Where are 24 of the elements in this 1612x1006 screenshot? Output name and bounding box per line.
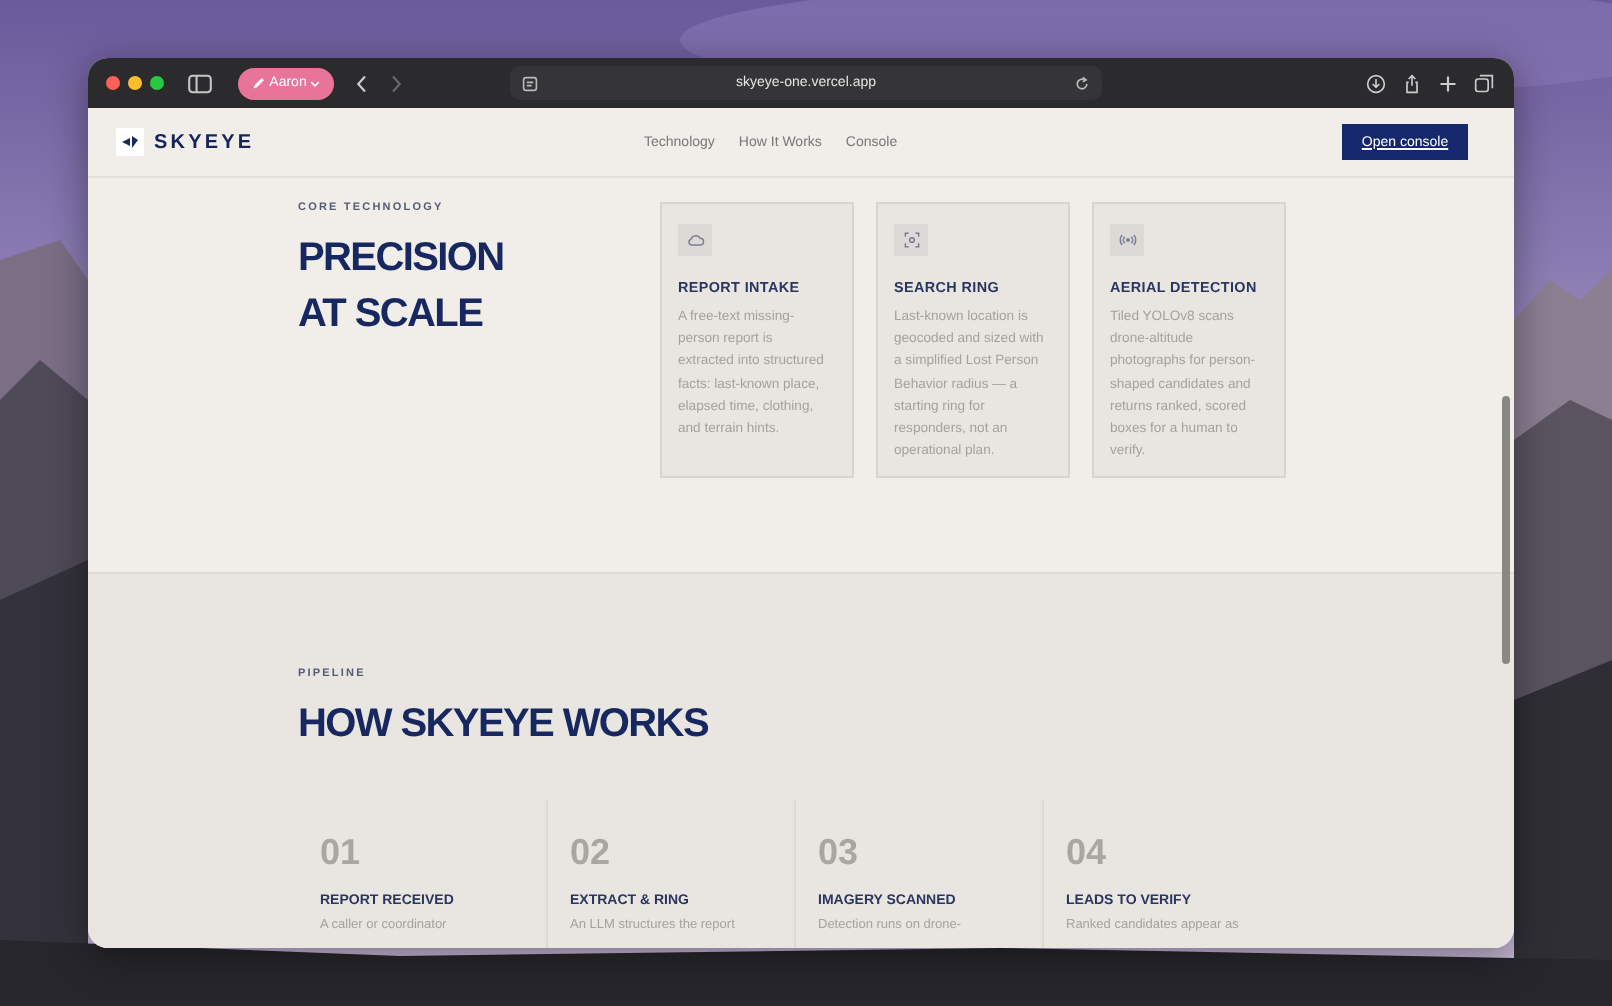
close-icon[interactable] <box>106 76 120 90</box>
chevron-icon <box>310 79 321 87</box>
section-heading: PRECISION AT SCALE <box>298 234 506 340</box>
pencil-icon <box>251 76 266 90</box>
site-logo-text[interactable]: SKYEYE <box>154 131 255 153</box>
logo-icon <box>116 128 144 156</box>
share-icon[interactable] <box>1402 73 1422 93</box>
signal-icon <box>1110 224 1144 256</box>
step-number: 04 <box>1066 832 1109 872</box>
minimize-icon[interactable] <box>128 76 142 90</box>
forward-icon[interactable] <box>390 73 402 93</box>
section-heading: HOW SKYEYE WORKS <box>298 700 710 750</box>
maximize-icon[interactable] <box>150 76 164 90</box>
sidebar-icon[interactable] <box>188 73 212 93</box>
plus-icon[interactable] <box>1438 73 1458 93</box>
step-number: 02 <box>570 832 613 872</box>
download-icon[interactable] <box>1366 73 1386 93</box>
cloud-icon <box>678 224 712 256</box>
step-number: 03 <box>818 832 861 872</box>
step-number: 01 <box>320 832 363 872</box>
scrollbar[interactable] <box>1502 396 1510 664</box>
scan-icon <box>894 224 928 256</box>
tabs-icon[interactable] <box>1474 73 1494 93</box>
back-icon[interactable] <box>356 73 368 93</box>
